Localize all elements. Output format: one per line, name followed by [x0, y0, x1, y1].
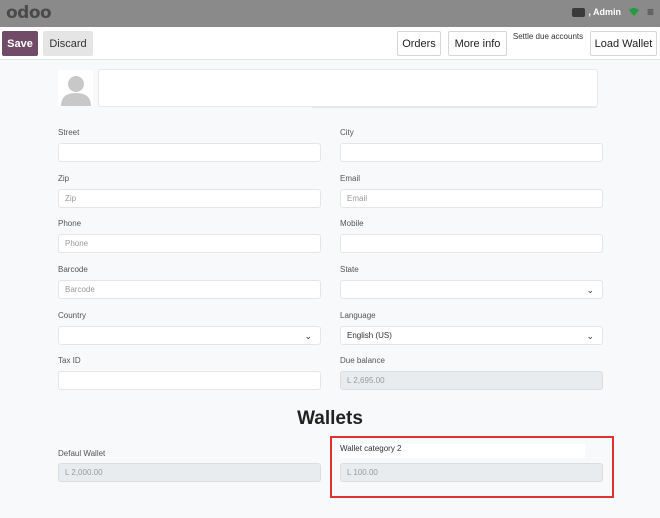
mobile-field[interactable] [340, 234, 603, 253]
name-field[interactable] [98, 69, 598, 108]
cash-icon[interactable] [572, 7, 586, 17]
state-label: State [340, 265, 359, 274]
language-value: English (US) [347, 331, 392, 340]
chevron-down-icon: ⌄ [304, 331, 312, 341]
highlight-box [330, 436, 614, 498]
phone-field[interactable]: Phone [58, 234, 321, 253]
zip-field[interactable]: Zip [58, 189, 321, 208]
state-select[interactable]: ⌄ [340, 280, 603, 299]
city-label: City [340, 128, 354, 137]
country-label: Country [58, 311, 87, 320]
customer-form: Street City Zip Zip Email Email Phone Ph… [0, 60, 660, 518]
default-wallet-field: L 2,000.00 [58, 463, 321, 482]
email-field[interactable]: Email [340, 189, 603, 208]
chevron-down-icon: ⌄ [586, 331, 594, 341]
settle-due-accounts-button[interactable]: Settle due accounts [510, 32, 586, 57]
orders-button[interactable]: Orders [397, 31, 441, 56]
tax-id-label: Tax ID [58, 356, 81, 365]
avatar[interactable] [58, 70, 93, 106]
odoo-logo: odoo [6, 3, 52, 23]
default-wallet-label: Defaul Wallet [58, 449, 106, 458]
tax-id-field[interactable] [58, 371, 321, 390]
user-name[interactable]: , Admin [588, 7, 621, 17]
due-balance-field: L 2,695.00 [340, 371, 603, 390]
control-panel: Save Discard Orders More info Settle due… [0, 27, 660, 60]
barcode-field[interactable]: Barcode [58, 280, 321, 299]
phone-label: Phone [58, 219, 82, 228]
street-field[interactable] [58, 143, 321, 162]
wallets-title: Wallets [297, 408, 363, 429]
street-label: Street [58, 128, 80, 137]
email-label: Email [340, 174, 361, 183]
top-navbar: odoo , Admin ≡ [0, 0, 660, 27]
discard-button[interactable]: Discard [43, 31, 93, 56]
wifi-icon [628, 8, 639, 16]
barcode-label: Barcode [58, 265, 88, 274]
mobile-label: Mobile [340, 219, 364, 228]
chevron-down-icon: ⌄ [586, 285, 594, 295]
due-balance-label: Due balance [340, 356, 385, 365]
save-button[interactable]: Save [2, 31, 38, 56]
zip-label: Zip [58, 174, 70, 183]
language-select[interactable]: English (US) ⌄ [340, 326, 603, 345]
city-field[interactable] [340, 143, 603, 162]
person-icon [60, 76, 91, 106]
more-info-button[interactable]: More info [448, 31, 507, 56]
navbar-right: , Admin ≡ [572, 6, 654, 18]
load-wallet-button[interactable]: Load Wallet [590, 31, 657, 56]
country-select[interactable]: ⌄ [58, 326, 321, 345]
menu-icon[interactable]: ≡ [647, 6, 654, 18]
language-label: Language [340, 311, 376, 320]
